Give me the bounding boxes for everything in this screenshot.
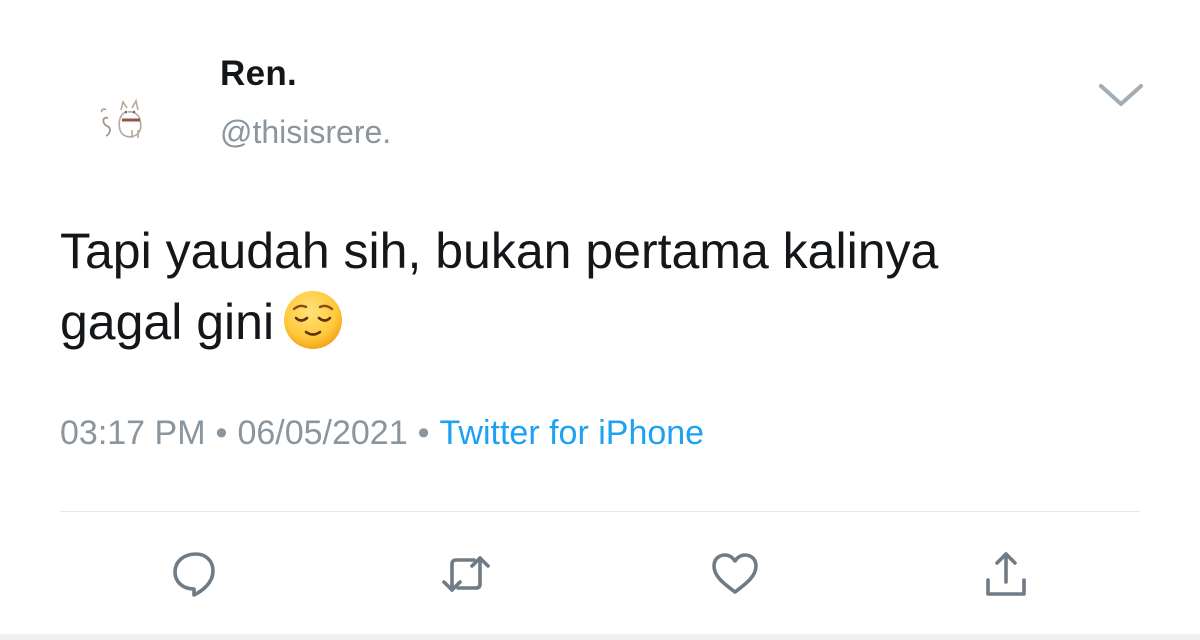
user-handle[interactable]: @thisisrere.: [220, 114, 391, 151]
tweet-text-line-2-text: gagal gini: [60, 294, 275, 350]
tweet-text: Tapi yaudah sih, bukan pertama kalinya g…: [60, 216, 1150, 358]
display-name[interactable]: Ren.: [220, 54, 297, 94]
retweet-arrows-icon: [442, 556, 490, 592]
tweet-time[interactable]: 03:17 PM: [60, 414, 206, 452]
relieved-face-emoji-icon: [282, 289, 344, 351]
tweet-text-line-1: Tapi yaudah sih, bukan pertama kalinya: [60, 223, 939, 279]
reply-button[interactable]: [166, 546, 222, 602]
cat-doodle-icon: [100, 98, 142, 138]
tweet-date[interactable]: 06/05/2021: [237, 414, 407, 452]
retweet-button[interactable]: [438, 546, 494, 602]
more-options-chevron-down-icon[interactable]: [1096, 78, 1146, 112]
tweet-meta: 03:17 PM • 06/05/2021 • Twitter for iPhone: [60, 414, 704, 453]
bottom-edge: [0, 634, 1200, 640]
divider: [60, 511, 1140, 512]
like-button[interactable]: [707, 546, 763, 602]
meta-separator: •: [417, 414, 430, 452]
tweet-text-line-2: gagal gini: [60, 287, 1150, 358]
meta-separator: •: [215, 414, 228, 452]
speech-bubble-icon: [173, 552, 215, 597]
action-bar: [0, 546, 1200, 602]
share-upload-icon: [986, 552, 1026, 596]
share-button[interactable]: [978, 546, 1034, 602]
tweet-card: Ren. @thisisrere. Tapi yaudah sih, bukan…: [0, 0, 1200, 640]
avatar[interactable]: [60, 62, 184, 186]
tweet-source-link[interactable]: Twitter for iPhone: [440, 414, 705, 452]
heart-icon: [712, 553, 758, 594]
